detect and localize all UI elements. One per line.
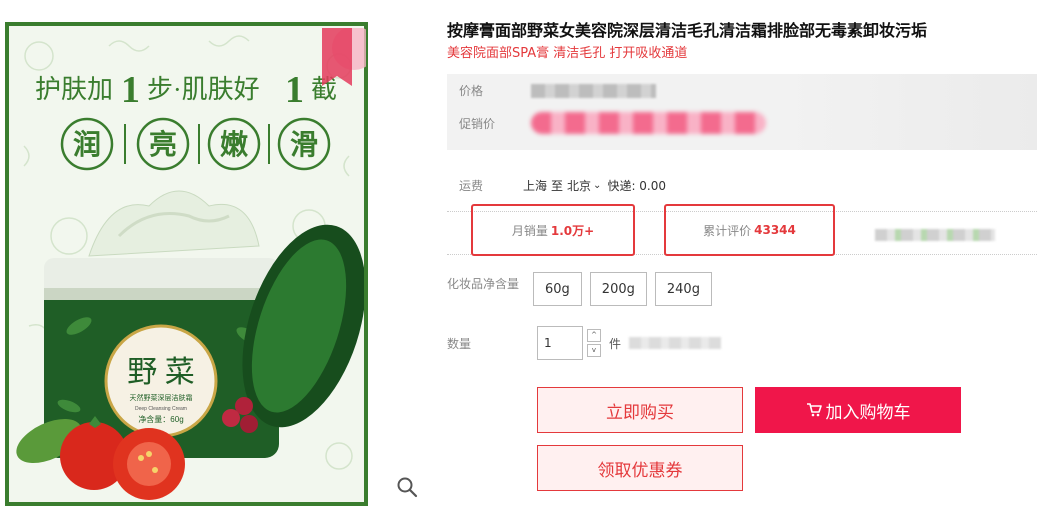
extra-info-blurred — [875, 229, 995, 241]
total-reviews[interactable]: 累计评价 43344 — [664, 204, 835, 256]
product-gallery: 护肤加 1 步·肌肤好 1 截 润 亮 嫩 滑 野 菜 天然野菜深层洁肤霜 De… — [0, 20, 428, 510]
quantity-row: 数量 ^ v 件 — [447, 326, 722, 360]
quantity-unit: 件 — [609, 336, 622, 351]
jar-brand: 野 菜 — [127, 356, 195, 389]
add-to-cart-button[interactable]: 加入购物车 — [755, 387, 961, 433]
product-main-image[interactable]: 护肤加 1 步·肌肤好 1 截 润 亮 嫩 滑 野 菜 天然野菜深层洁肤霜 De… — [5, 22, 368, 506]
feature-3: 嫩 — [220, 129, 249, 161]
slogan-prefix: 护肤加 — [35, 75, 113, 104]
quantity-decrease-button[interactable]: v — [587, 344, 601, 357]
shipping-label: 运费 — [459, 179, 484, 193]
buy-now-label: 立即购买 — [606, 402, 674, 423]
monthly-sales: 月销量 1.0万+ — [471, 204, 635, 256]
promo-badge-icon — [322, 28, 366, 86]
spec-option-240g[interactable]: 240g — [654, 272, 712, 306]
feature-2: 亮 — [149, 128, 177, 161]
slogan-middle: 步·肌肤好 — [147, 75, 260, 104]
product-image-art: 护肤加 1 步·肌肤好 1 截 润 亮 嫩 滑 野 菜 天然野菜深层洁肤霜 De… — [16, 35, 364, 500]
quantity-increase-button[interactable]: ^ — [587, 329, 601, 342]
total-reviews-value: 43344 — [754, 223, 796, 237]
get-coupon-label: 领取优惠券 — [597, 460, 683, 481]
jar-line-1: 天然野菜深层洁肤霜 — [130, 393, 193, 402]
spec-selector: 化妆品净含量 60g 200g 240g — [447, 272, 720, 306]
chevron-down-icon[interactable]: ⌄ — [593, 180, 601, 191]
spec-label: 化妆品净含量 — [447, 277, 520, 291]
quantity-label: 数量 — [447, 336, 472, 351]
feature-1: 润 — [73, 128, 101, 161]
feature-4: 滑 — [290, 129, 318, 161]
monthly-sales-value: 1.0万+ — [550, 223, 595, 238]
stock-info-blurred — [629, 337, 722, 349]
shipping-from: 上海 — [523, 179, 548, 193]
magnifier-icon[interactable] — [396, 476, 418, 498]
spec-option-60g[interactable]: 60g — [533, 272, 582, 306]
shipping-to-word: 至 — [551, 179, 564, 193]
buy-now-button[interactable]: 立即购买 — [537, 387, 743, 433]
quantity-input[interactable] — [537, 326, 583, 360]
get-coupon-button[interactable]: 领取优惠券 — [537, 445, 743, 491]
jar-line-2: Deep Cleansing Cream — [135, 406, 187, 412]
cart-icon — [806, 403, 822, 417]
jar-weight: 净含量：60g — [138, 414, 183, 424]
slogan-number-2: 1 — [285, 69, 304, 111]
shipping-fee: 快递: 0.00 — [607, 179, 667, 193]
spec-option-200g[interactable]: 200g — [589, 272, 647, 306]
shipping-destination[interactable]: 北京 — [567, 177, 591, 194]
shipping-row: 运费 上海 至 北京 ⌄ 快递: 0.00 — [459, 177, 666, 194]
product-info-lower: 运费 上海 至 北京 ⌄ 快递: 0.00 月销量 1.0万+ 累计评价 433… — [447, 0, 1037, 523]
total-reviews-label: 累计评价 — [703, 223, 752, 238]
add-to-cart-label: 加入购物车 — [825, 402, 911, 423]
slogan-number-1: 1 — [121, 69, 140, 111]
quantity-stepper: ^ v — [587, 328, 601, 358]
monthly-sales-label: 月销量 — [511, 223, 548, 238]
